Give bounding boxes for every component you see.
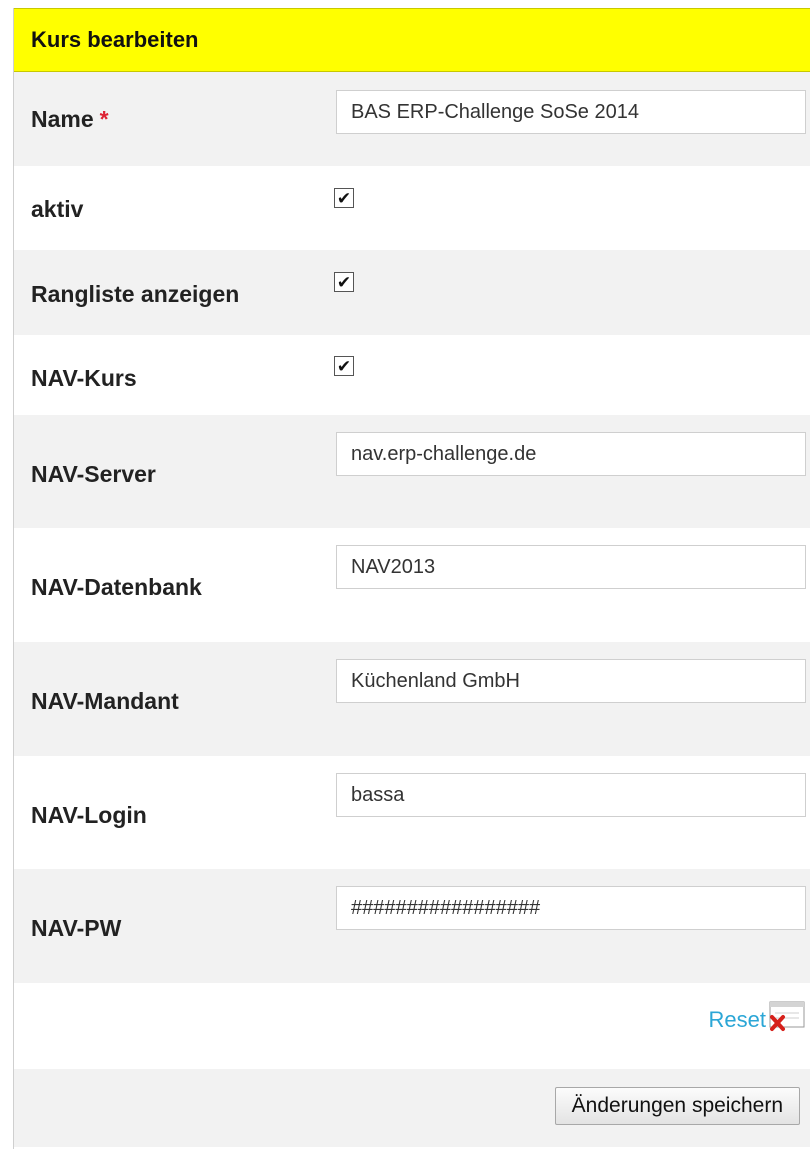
aktiv-label: aktiv — [31, 196, 84, 222]
nav-login-input[interactable] — [336, 773, 806, 817]
row-rangliste: Rangliste anzeigen ✔ — [14, 250, 810, 335]
name-input[interactable] — [336, 90, 806, 134]
row-nav-login: NAV-Login — [14, 756, 810, 869]
aktiv-checkbox[interactable]: ✔ — [334, 188, 354, 208]
checkmark-icon: ✔ — [336, 272, 352, 292]
rangliste-label: Rangliste anzeigen — [31, 281, 240, 307]
rangliste-checkbox[interactable]: ✔ — [334, 272, 354, 292]
delete-document-icon[interactable] — [768, 1001, 806, 1038]
nav-datenbank-input[interactable] — [336, 545, 806, 589]
nav-mandant-input[interactable] — [336, 659, 806, 703]
checkmark-icon: ✔ — [336, 188, 352, 208]
row-nav-datenbank: NAV-Datenbank — [14, 528, 810, 642]
panel-title: Kurs bearbeiten — [14, 8, 810, 72]
row-nav-server: NAV-Server — [14, 415, 810, 528]
nav-login-label: NAV-Login — [31, 802, 147, 828]
nav-datenbank-label: NAV-Datenbank — [31, 574, 202, 600]
row-aktiv: aktiv ✔ — [14, 166, 810, 250]
checkmark-icon: ✔ — [336, 356, 352, 376]
nav-server-label: NAV-Server — [31, 461, 156, 487]
row-nav-mandant: NAV-Mandant — [14, 642, 810, 756]
nav-kurs-label: NAV-Kurs — [31, 365, 137, 391]
row-name: Name * — [14, 72, 810, 166]
row-reset: Reset — [14, 983, 810, 1069]
nav-pw-label: NAV-PW — [31, 915, 122, 941]
nav-server-input[interactable] — [336, 432, 806, 476]
nav-pw-input[interactable] — [336, 886, 806, 930]
required-marker: * — [99, 106, 109, 132]
reset-control: Reset — [709, 1001, 806, 1038]
nav-kurs-checkbox[interactable]: ✔ — [334, 356, 354, 376]
row-nav-kurs: NAV-Kurs ✔ — [14, 335, 810, 415]
nav-mandant-label: NAV-Mandant — [31, 688, 179, 714]
row-nav-pw: NAV-PW — [14, 869, 810, 983]
reset-link[interactable]: Reset — [709, 1007, 766, 1033]
name-label: Name * — [31, 106, 109, 132]
save-changes-button[interactable]: Änderungen speichern — [554, 1087, 800, 1125]
row-save: Änderungen speichern — [14, 1069, 810, 1147]
edit-course-panel: Kurs bearbeiten Name* aktiv ✔ Rangliste … — [13, 8, 810, 1149]
